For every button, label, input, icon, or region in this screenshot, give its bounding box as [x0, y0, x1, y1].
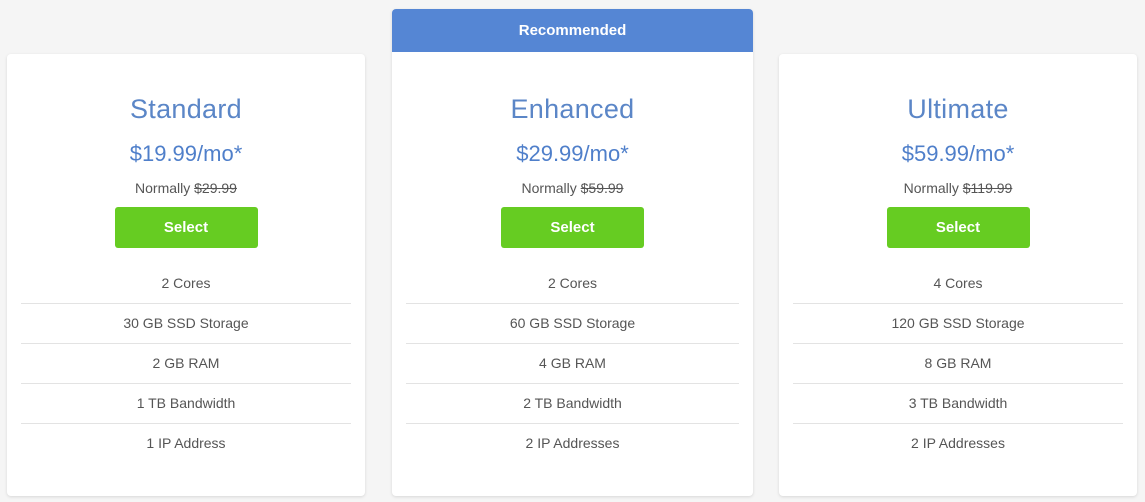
feature-item: 2 TB Bandwidth — [406, 384, 739, 424]
normally-label: Normally — [521, 180, 577, 196]
select-button[interactable]: Select — [501, 207, 644, 248]
normally-label: Normally — [135, 180, 191, 196]
feature-item: 3 TB Bandwidth — [793, 384, 1123, 424]
feature-list: 2 Cores 60 GB SSD Storage 4 GB RAM 2 TB … — [406, 264, 739, 463]
plan-card-ultimate: Ultimate $59.99/mo* Normally $119.99 Sel… — [779, 54, 1137, 496]
feature-item: 2 GB RAM — [21, 344, 351, 384]
feature-item: 120 GB SSD Storage — [793, 304, 1123, 344]
feature-item: 1 TB Bandwidth — [21, 384, 351, 424]
plan-name: Enhanced — [510, 94, 635, 124]
feature-item: 2 IP Addresses — [525, 435, 620, 451]
plan-name: Standard — [130, 94, 242, 124]
feature-item: 60 GB SSD Storage — [406, 304, 739, 344]
feature-item: 4 GB RAM — [406, 344, 739, 384]
normal-price: $59.99 — [580, 180, 624, 196]
plan-card-enhanced: Recommended Enhanced $29.99/mo* Normally… — [392, 9, 753, 496]
plan-name: Ultimate — [907, 94, 1009, 124]
feature-item: 2 Cores — [406, 264, 739, 304]
normal-price-line: Normally $29.99 — [7, 179, 365, 197]
select-button[interactable]: Select — [114, 207, 258, 248]
select-button[interactable]: Select — [886, 207, 1030, 248]
normal-price: $119.99 — [962, 180, 1013, 196]
feature-list: 2 Cores 30 GB SSD Storage 2 GB RAM 1 TB … — [21, 264, 351, 463]
recommended-badge: Recommended — [392, 9, 753, 52]
feature-item: 8 GB RAM — [793, 344, 1123, 384]
feature-list: 4 Cores 120 GB SSD Storage 8 GB RAM 3 TB… — [793, 264, 1123, 463]
feature-item: 4 Cores — [793, 264, 1123, 304]
feature-item: 2 Cores — [21, 264, 351, 304]
plan-card-standard: Standard $19.99/mo* Normally $29.99 Sele… — [7, 54, 365, 496]
plan-price: $29.99/mo* — [516, 141, 629, 166]
normally-label: Normally — [903, 180, 959, 196]
plan-price: $19.99/mo* — [129, 141, 243, 166]
normal-price-line: Normally $119.99 — [779, 179, 1137, 197]
normal-price: $29.99 — [194, 180, 237, 196]
normal-price-line: Normally $59.99 — [392, 179, 753, 197]
feature-item: 2 IP Addresses — [911, 435, 1005, 451]
feature-item: 30 GB SSD Storage — [21, 304, 351, 344]
feature-item: 1 IP Address — [146, 435, 226, 451]
plan-price: $59.99/mo* — [901, 141, 1015, 166]
